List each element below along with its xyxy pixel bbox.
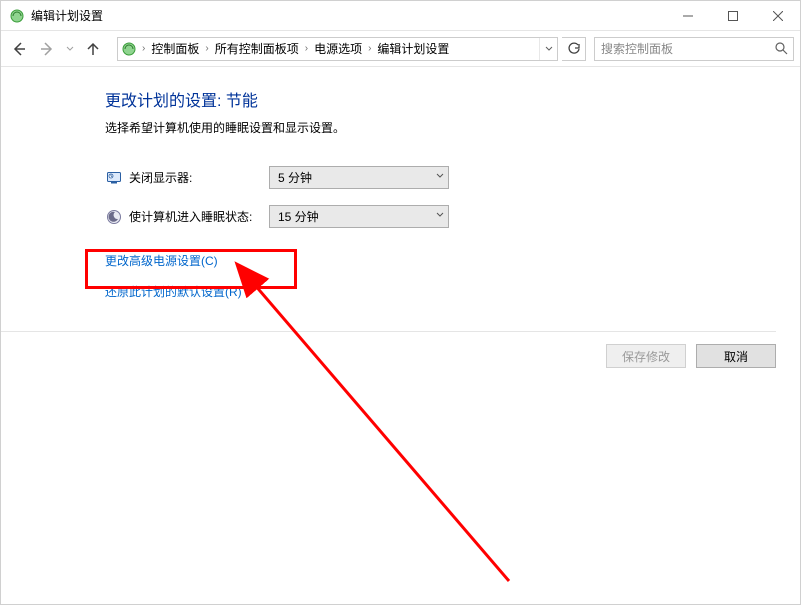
link-block: 更改高级电源设置(C) 还原此计划的默认设置(R)	[105, 252, 776, 300]
control-panel-icon	[118, 38, 140, 60]
breadcrumb-item[interactable]: 电源选项	[310, 40, 366, 57]
breadcrumb-item[interactable]: 所有控制面板项	[211, 40, 303, 57]
page-subtitle: 选择希望计算机使用的睡眠设置和显示设置。	[105, 119, 776, 136]
setting-label: 关闭显示器:	[129, 169, 269, 186]
chevron-right-icon[interactable]: ›	[203, 43, 210, 54]
nav-row: › 控制面板 › 所有控制面板项 › 电源选项 › 编辑计划设置	[1, 31, 800, 67]
close-button[interactable]	[755, 1, 800, 31]
restore-defaults-link[interactable]: 还原此计划的默认设置(R)	[105, 283, 776, 300]
setting-sleep: 使计算机进入睡眠状态: 15 分钟	[105, 205, 776, 228]
search-icon[interactable]	[769, 38, 793, 60]
button-label: 保存修改	[622, 348, 670, 365]
back-button[interactable]	[7, 37, 31, 61]
refresh-button[interactable]	[562, 37, 586, 61]
footer: 保存修改 取消	[1, 331, 776, 368]
address-bar[interactable]: › 控制面板 › 所有控制面板项 › 电源选项 › 编辑计划设置	[117, 37, 558, 61]
breadcrumb: › 控制面板 › 所有控制面板项 › 电源选项 › 编辑计划设置	[140, 40, 539, 57]
search-box[interactable]	[594, 37, 794, 61]
chevron-right-icon[interactable]: ›	[366, 43, 373, 54]
breadcrumb-item[interactable]: 控制面板	[147, 40, 203, 57]
display-off-select[interactable]: 5 分钟	[269, 166, 449, 189]
content-area: 更改计划的设置: 节能 选择希望计算机使用的睡眠设置和显示设置。 关闭显示器: …	[1, 67, 800, 325]
select-value: 5 分钟	[278, 169, 312, 186]
maximize-button[interactable]	[710, 1, 755, 31]
moon-icon	[105, 208, 123, 226]
sleep-select[interactable]: 15 分钟	[269, 205, 449, 228]
address-dropdown-button[interactable]	[539, 38, 557, 60]
monitor-icon	[105, 169, 123, 187]
page-title: 更改计划的设置: 节能	[105, 87, 776, 111]
chevron-down-icon	[436, 172, 444, 183]
breadcrumb-item[interactable]: 编辑计划设置	[373, 40, 453, 57]
window-title: 编辑计划设置	[31, 7, 103, 24]
forward-button[interactable]	[35, 37, 59, 61]
save-button: 保存修改	[606, 344, 686, 368]
button-label: 取消	[724, 348, 748, 365]
cancel-button[interactable]: 取消	[696, 344, 776, 368]
chevron-right-icon[interactable]: ›	[303, 43, 310, 54]
app-icon	[9, 8, 25, 24]
setting-label: 使计算机进入睡眠状态:	[129, 208, 269, 225]
chevron-down-icon	[436, 211, 444, 222]
advanced-power-link[interactable]: 更改高级电源设置(C)	[105, 252, 776, 269]
title-bar: 编辑计划设置	[1, 1, 800, 31]
minimize-button[interactable]	[665, 1, 710, 31]
up-button[interactable]	[81, 37, 105, 61]
select-value: 15 分钟	[278, 208, 319, 225]
search-input[interactable]	[595, 42, 769, 56]
chevron-right-icon[interactable]: ›	[140, 43, 147, 54]
history-dropdown-button[interactable]	[63, 37, 77, 61]
setting-display-off: 关闭显示器: 5 分钟	[105, 166, 776, 189]
